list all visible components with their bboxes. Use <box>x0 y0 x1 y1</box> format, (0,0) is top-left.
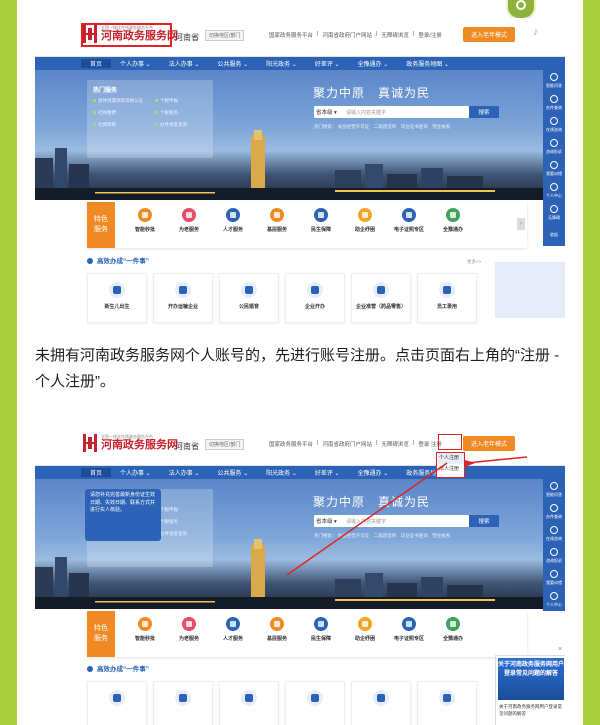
search-input[interactable]: 请输入内容关键字 <box>346 109 386 116</box>
id-card-icon <box>402 208 416 222</box>
hands-icon <box>314 208 328 222</box>
screenshot-homepage: 全国一体化在线政务服务平台 河南政务服务网 河南省 切换地区/部门 国家政务服务… <box>35 18 565 330</box>
music-icon[interactable]: ♪ <box>533 26 539 38</box>
section-title: 高效办成“一件事” <box>87 255 149 265</box>
hero-slogan: 聚力中原 真诚为民 <box>313 86 431 100</box>
service-card[interactable]: 企业准营（药品零售） <box>351 273 411 323</box>
service-card[interactable]: 企业开办 <box>285 273 345 323</box>
chat-icon <box>550 73 558 81</box>
top-links: 国家政务服务平台 | 河南省政府门户网站 | 无障碍浏览 | 登录/注册 <box>269 31 442 39</box>
rail-item-consult[interactable]: 在线咨询 <box>543 114 565 136</box>
nav-transparency[interactable]: 阳光政务 ⌄ <box>257 59 306 68</box>
featured-item[interactable]: 全豫通办 <box>431 206 475 233</box>
hot-service-item[interactable]: 办件进度查询 <box>155 122 187 128</box>
featured-item[interactable]: 民生保障 <box>299 206 343 233</box>
document-icon <box>270 208 284 222</box>
link-national-platform[interactable]: 国家政务服务平台 <box>269 31 313 39</box>
logo-highlight-box <box>81 23 172 47</box>
hot-service-item[interactable]: 社保转移 <box>93 122 116 128</box>
edit-icon <box>550 161 558 169</box>
annotation-arrow <box>286 456 528 576</box>
rail-item-progress[interactable]: 办件查询 <box>543 92 565 114</box>
hot-service-item[interactable]: 个税申报 <box>155 98 178 104</box>
service-card[interactable]: 公民婚育 <box>219 273 279 323</box>
hot-search-links[interactable]: 热门搜索： 食品经营许可证 二级建造师 毕业证书查询 营业执照 <box>314 124 450 130</box>
service-card[interactable]: 开办运输企业 <box>153 273 213 323</box>
article-caption: 未拥有河南政务服务网个人账号的，先进行账号注册。点击页面右上角的“注册 - 个人… <box>35 347 560 390</box>
featured-item[interactable]: 基层服务 <box>255 206 299 233</box>
family-icon <box>241 282 257 298</box>
search-bar: 省本级 ▾ 请输入内容关键字 <box>314 106 469 118</box>
nav-home[interactable]: 首页 <box>81 59 112 68</box>
nav-public[interactable]: 公共服务 ⌄ <box>208 59 257 68</box>
rail-item-ai-qa[interactable]: 智能问答 <box>543 70 565 92</box>
rail-item-complaint[interactable]: 咨询投诉 <box>543 136 565 158</box>
rail-item-accessibility[interactable]: 无障碍 <box>543 202 565 224</box>
nav-personal[interactable]: 个人办事 ⌄ <box>111 59 160 68</box>
enterprise-icon <box>358 208 372 222</box>
link-accessibility[interactable]: 无障碍浏览 <box>381 31 409 39</box>
globe-icon <box>446 208 460 222</box>
nav-rating[interactable]: 好差评 ⌄ <box>306 59 349 68</box>
search-scope-select[interactable]: 省本级 ▾ <box>316 108 337 116</box>
one-thing-cards: 新生儿出生 开办运输企业 公民婚育 企业开办 企业准营（药品零售） 员工录用 <box>87 273 477 323</box>
right-float-rail: 智能问答 办件查询 在线咨询 咨询投诉 我要纠错 个人中心 无障碍 收起 <box>543 70 565 246</box>
truck-icon <box>175 282 191 298</box>
featured-item[interactable]: 电子证照专区 <box>387 206 431 233</box>
rail-item-collapse[interactable]: 收起 <box>543 224 565 246</box>
service-card[interactable]: 员工录用 <box>417 273 477 323</box>
accessibility-icon <box>550 205 558 213</box>
featured-label: 特色 服务 <box>87 202 115 248</box>
link-login[interactable]: 登录 <box>418 33 429 39</box>
screenshot-register: 全国一体化在线政务服务平台 河南政务服务网 河南省 切换地区/部门 国家政务服务… <box>35 427 565 725</box>
link-provincial-portal[interactable]: 河南省政府门户网站 <box>322 31 372 39</box>
employee-icon <box>439 282 455 298</box>
featured-services: 特色 服务 智能秒批 为老服务 人才服务 基层服务 民生保障 助企纾困 电子证照… <box>87 202 527 248</box>
more-link[interactable]: 更多>> <box>467 259 481 265</box>
search-icon <box>550 95 558 103</box>
hot-service-item[interactable]: 退休待遇领取资格认证 <box>93 98 143 104</box>
baby-icon <box>109 282 125 298</box>
featured-item[interactable]: 为老服务 <box>167 206 211 233</box>
hot-service-item[interactable]: 社保缴费 <box>93 110 116 116</box>
nav-province-wide[interactable]: 全豫通办 ⌄ <box>349 59 398 68</box>
search-button[interactable]: 搜索 <box>469 106 499 118</box>
featured-items: 智能秒批 为老服务 人才服务 基层服务 民生保障 助企纾困 电子证照专区 全豫通… <box>123 206 475 233</box>
featured-item[interactable]: 智能秒批 <box>123 206 167 233</box>
message-icon <box>550 117 558 125</box>
region-switch[interactable]: 切换地区/部门 <box>205 30 245 41</box>
featured-item[interactable]: 助企纾困 <box>343 206 387 233</box>
stamp-icon <box>138 208 152 222</box>
link-register[interactable]: 注册 <box>431 33 442 39</box>
rail-item-user-center[interactable]: 个人中心 <box>543 180 565 202</box>
service-card[interactable]: 新生儿出生 <box>87 273 147 323</box>
nav-corporate[interactable]: 法人办事 ⌄ <box>160 59 209 68</box>
hero-banner: 热门服务 退休待遇领取资格认证 个税申报 社保缴费 个税服务 社保转移 办件进度… <box>35 70 565 200</box>
main-nav: 首页 个人办事 ⌄ 法人办事 ⌄ 公共服务 ⌄ 阳光政务 ⌄ 好差评 ⌄ 全豫通… <box>35 57 565 70</box>
nav-service-map[interactable]: 政务服务地图 ⌄ <box>397 59 458 68</box>
heart-icon <box>182 208 196 222</box>
region-name: 河南省 <box>175 33 199 42</box>
hot-services-title: 热门服务 <box>93 88 118 94</box>
phone-icon <box>550 139 558 147</box>
building-icon <box>307 282 323 298</box>
featured-item[interactable]: 人才服务 <box>211 206 255 233</box>
hot-service-item[interactable]: 个税服务 <box>155 110 178 116</box>
site-header: 全国一体化在线政务服务平台 河南政务服务网 河南省 切换地区/部门 国家政务服务… <box>35 18 565 57</box>
hot-services-panel: 热门服务 退休待遇领取资格认证 个税申报 社保缴费 个税服务 社保转移 办件进度… <box>87 80 213 158</box>
pharmacy-icon <box>373 282 389 298</box>
translucent-overlay <box>495 262 565 318</box>
chevron-right-icon[interactable]: › <box>517 218 525 230</box>
talent-icon <box>226 208 240 222</box>
elder-mode-button[interactable]: 进入老年模式 <box>463 27 515 42</box>
rail-item-correction[interactable]: 我要纠错 <box>543 158 565 180</box>
user-icon <box>550 183 558 191</box>
